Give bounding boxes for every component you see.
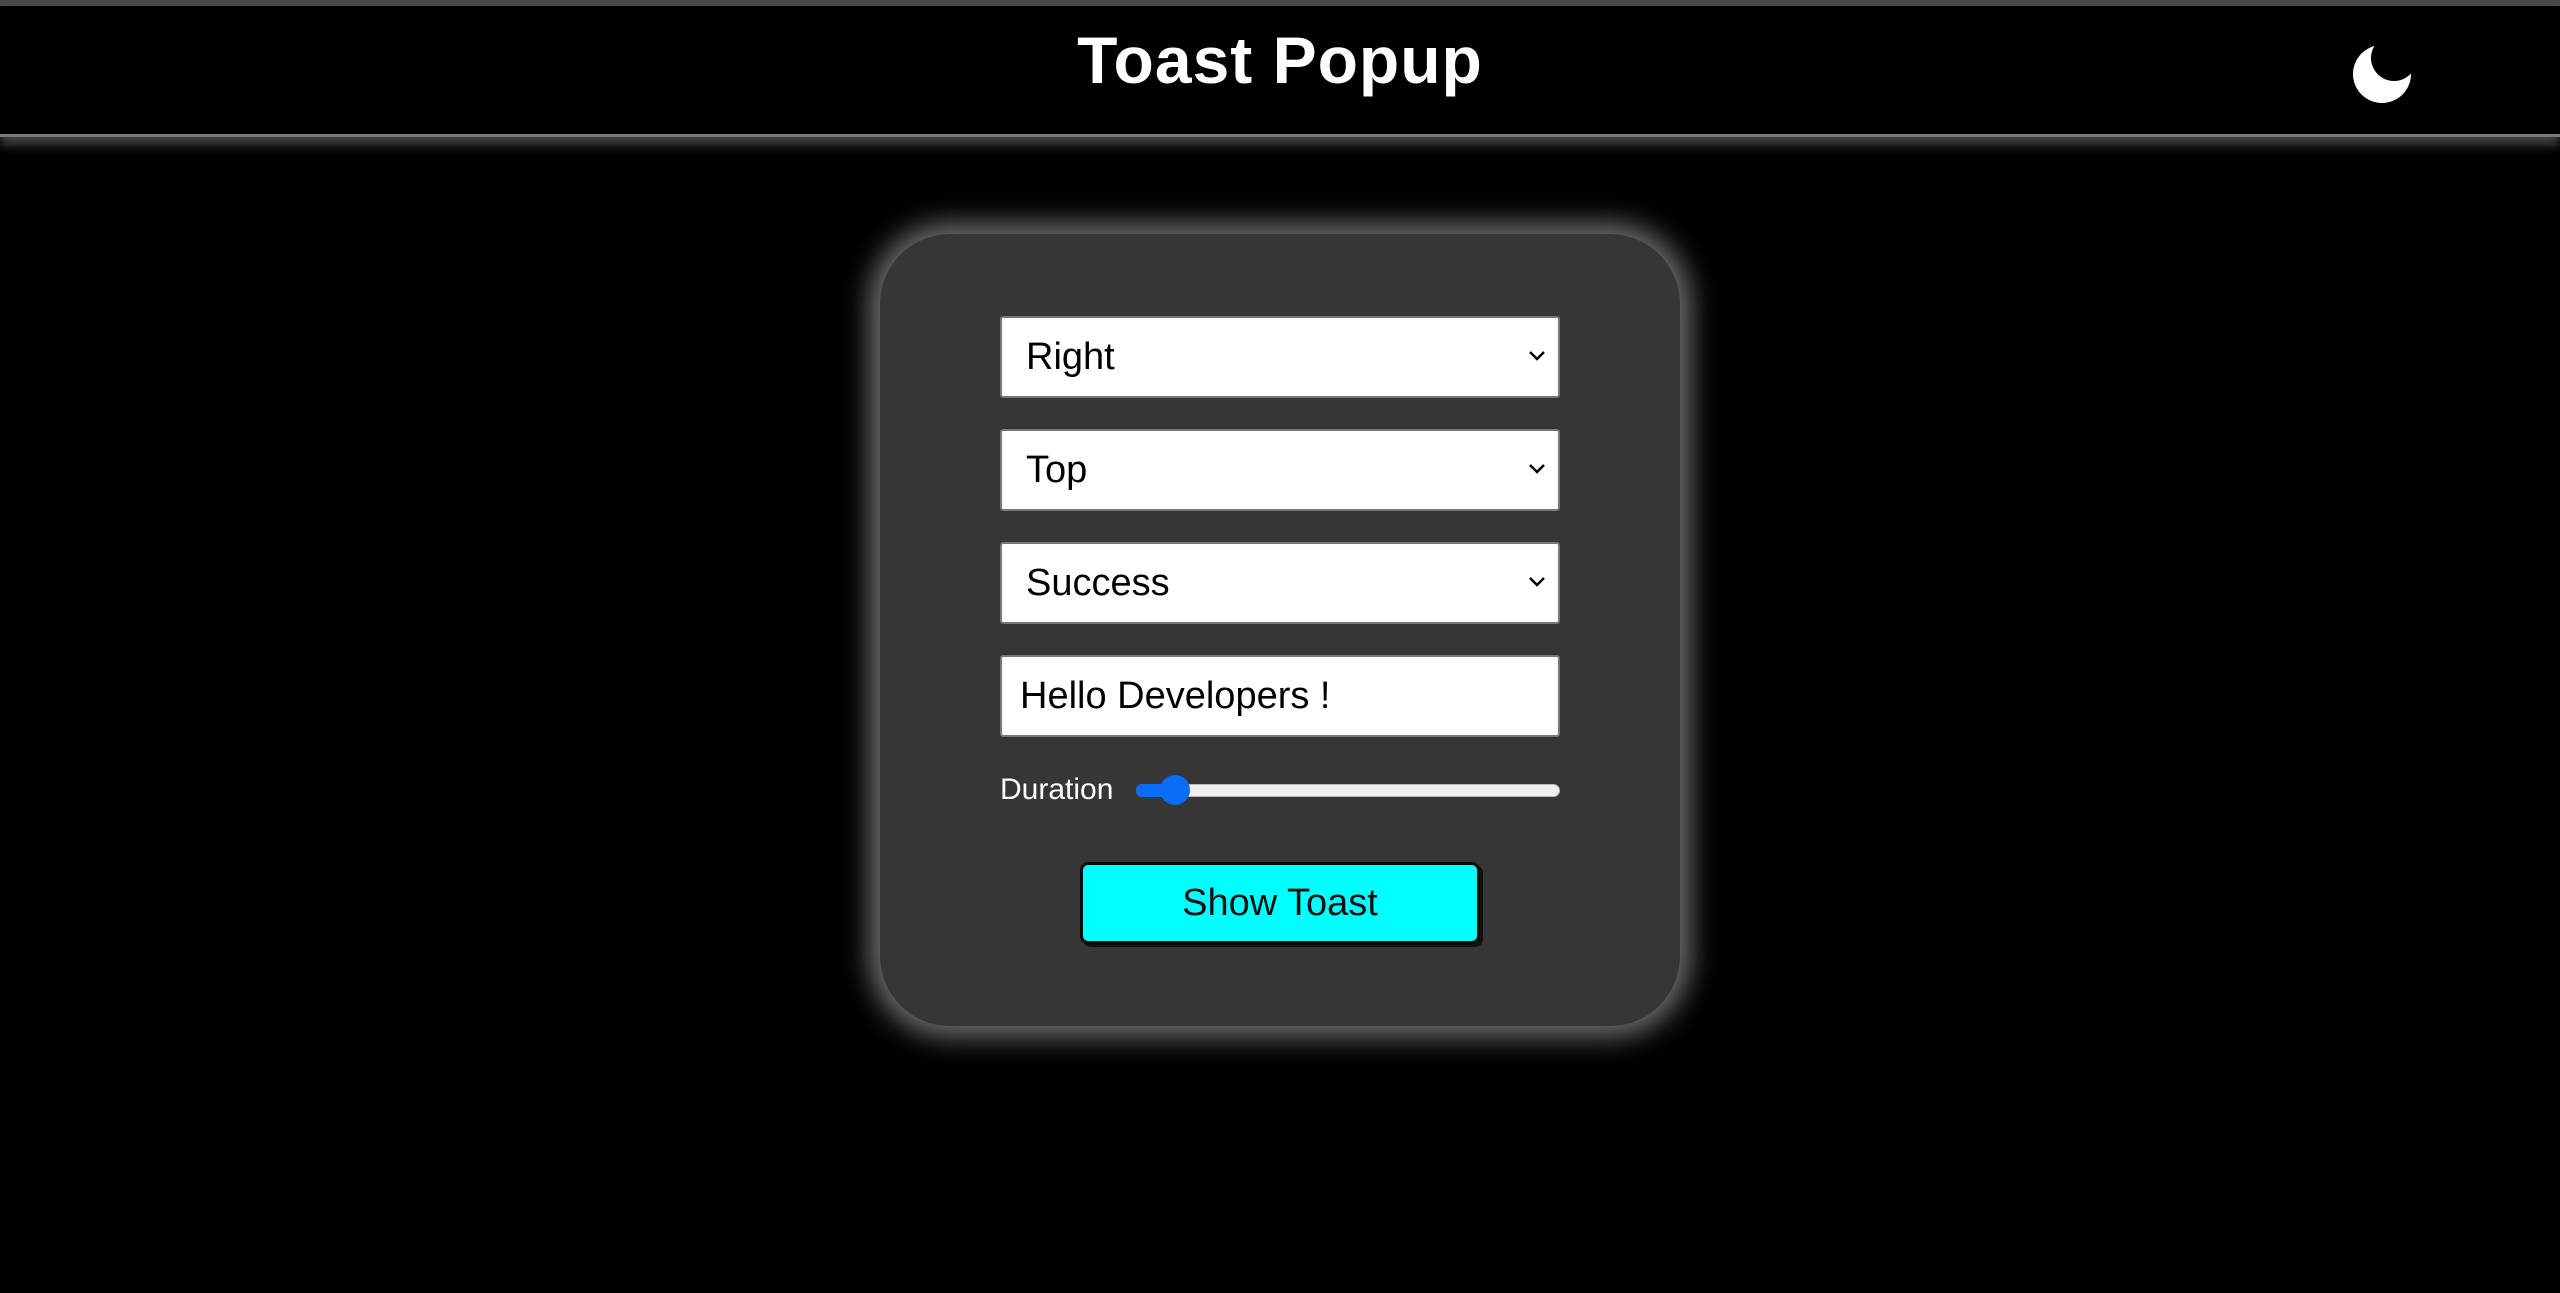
duration-slider-thumb[interactable] xyxy=(1159,775,1190,805)
toast-type-select[interactable]: Success xyxy=(1000,542,1560,624)
duration-slider-track[interactable] xyxy=(1136,784,1560,797)
vertical-position-select[interactable]: Top xyxy=(1000,429,1560,511)
horizontal-position-value: Right xyxy=(1026,336,1115,378)
chevron-down-icon xyxy=(1529,577,1545,587)
duration-control: Duration xyxy=(1000,770,1560,810)
vertical-position-value: Top xyxy=(1026,449,1088,491)
app-header: Toast Popup xyxy=(0,6,2560,137)
message-input-value: Hello Developers ! xyxy=(1020,675,1331,717)
duration-label: Duration xyxy=(1000,773,1114,806)
chevron-down-icon xyxy=(1529,351,1545,361)
moon-icon[interactable] xyxy=(2350,36,2420,106)
toast-type-value: Success xyxy=(1026,562,1170,604)
chevron-down-icon xyxy=(1529,464,1545,474)
show-toast-button[interactable]: Show Toast xyxy=(1080,862,1480,944)
message-input[interactable]: Hello Developers ! xyxy=(1000,655,1560,737)
page-title: Toast Popup xyxy=(1077,23,1483,97)
toast-settings-card: Right Top Success Hello Developers ! Dur… xyxy=(880,234,1680,1026)
horizontal-position-select[interactable]: Right xyxy=(1000,316,1560,398)
